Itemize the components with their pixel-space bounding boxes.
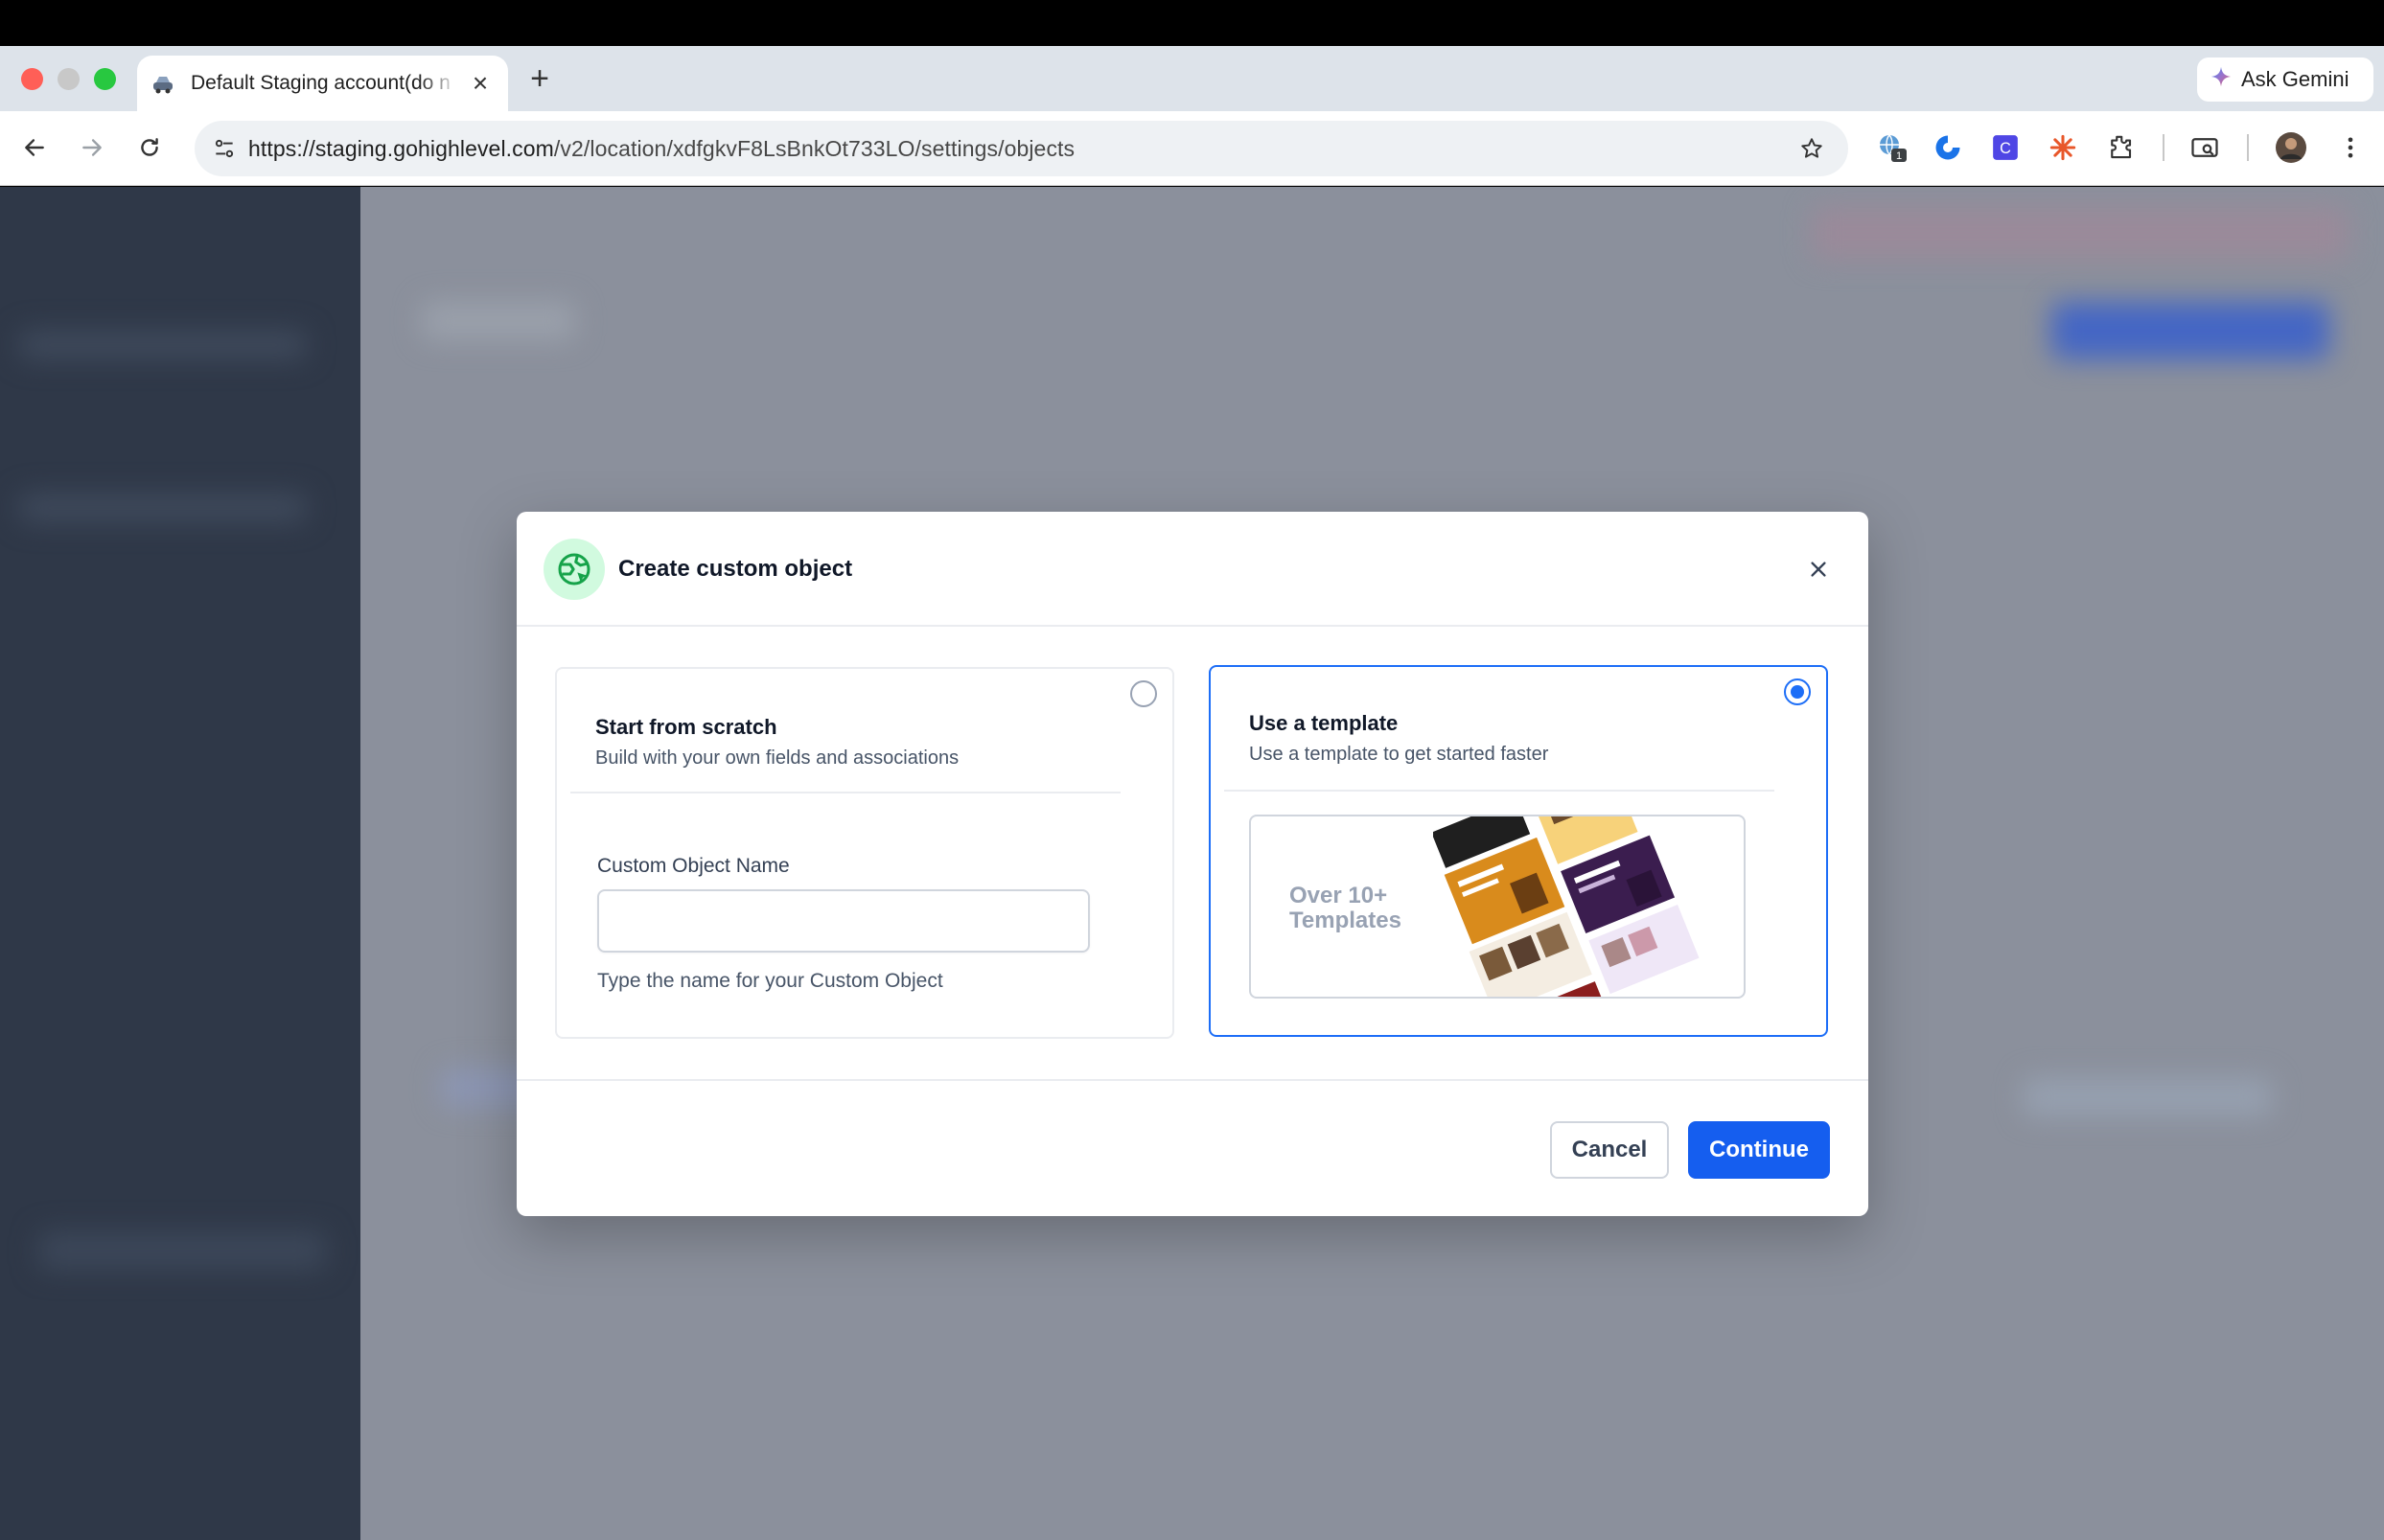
card-divider <box>570 792 1121 793</box>
tab-search-icon[interactable] <box>2187 130 2222 165</box>
template-preview-banner[interactable]: Over 10+ Templates <box>1249 815 1746 999</box>
ask-gemini-button[interactable]: Ask Gemini <box>2197 57 2373 102</box>
template-subtitle: Use a template to get started faster <box>1249 744 1549 765</box>
template-radio[interactable] <box>1784 678 1811 705</box>
tab-close-icon[interactable]: × <box>466 69 495 98</box>
custom-object-name-hint: Type the name for your Custom Object <box>597 970 943 992</box>
template-preview-line1: Over 10+ <box>1289 883 1388 908</box>
template-collage-image <box>1433 816 1700 997</box>
use-template-card[interactable]: Use a template Use a template to get sta… <box>1209 665 1828 1037</box>
reload-button[interactable] <box>132 130 167 165</box>
forward-arrow-icon <box>82 139 102 156</box>
modal-title: Create custom object <box>618 556 853 582</box>
extension-blue-swirl-icon[interactable] <box>1931 130 1965 165</box>
template-radio-dot <box>1791 685 1804 699</box>
template-preview-text: Over 10+ Templates <box>1289 884 1401 933</box>
sidebar-blur-item <box>19 494 307 522</box>
custom-object-name-input[interactable] <box>597 889 1090 953</box>
window-minimize-button[interactable] <box>58 68 80 90</box>
continue-button[interactable]: Continue <box>1688 1121 1830 1179</box>
extension-badge-count: 1 <box>1896 150 1902 162</box>
screen-top-bar <box>0 0 2384 46</box>
site-settings-icon[interactable] <box>210 134 239 163</box>
url-path: /v2/location/xdfgkvF8LsBnkOt733LO/settin… <box>553 135 1076 161</box>
primary-action-blur <box>2051 302 2329 359</box>
new-tab-button[interactable]: + <box>522 61 557 96</box>
custom-object-name-label: Custom Object Name <box>597 855 790 877</box>
toolbar-separator <box>2163 134 2164 161</box>
modal-close-icon[interactable] <box>1797 548 1840 590</box>
extension-asterisk-icon[interactable] <box>2046 130 2080 165</box>
cancel-button[interactable]: Cancel <box>1550 1121 1669 1179</box>
forward-button[interactable] <box>75 130 109 165</box>
extensions-puzzle-icon[interactable] <box>2103 130 2138 165</box>
browser-tab-active[interactable]: Default Staging account(do n × <box>137 56 508 111</box>
page-title-blur <box>422 302 575 340</box>
site-favicon-icon <box>150 71 175 96</box>
back-arrow-icon <box>25 139 44 156</box>
bookmark-star-icon[interactable] <box>1796 133 1827 164</box>
sidebar-blur-item <box>19 331 307 359</box>
modal-footer: Cancel Continue <box>517 1079 1868 1216</box>
reload-icon <box>141 138 158 156</box>
extension-c-letter: C <box>2000 140 2011 157</box>
sidebar-blur-item <box>38 1231 326 1270</box>
gemini-sparkle-icon <box>2210 66 2232 93</box>
ask-gemini-label: Ask Gemini <box>2241 67 2349 91</box>
start-from-scratch-card[interactable]: Start from scratch Build with your own f… <box>555 667 1174 1039</box>
extension-c-icon[interactable]: C <box>1988 130 2023 165</box>
scratch-title: Start from scratch <box>595 715 777 739</box>
scratch-subtitle: Build with your own fields and associati… <box>595 747 960 769</box>
browser-menu-icon[interactable] <box>2333 130 2368 165</box>
profile-avatar[interactable] <box>2274 130 2308 165</box>
create-custom-object-modal: Create custom object Start from scratch … <box>517 512 1868 1216</box>
url-domain: https://staging.gohighlevel.com <box>248 135 554 161</box>
content-blur <box>2023 1078 2272 1116</box>
url-text: https://staging.gohighlevel.com/v2/locat… <box>248 136 1075 162</box>
template-preview-line2: Templates <box>1289 908 1401 933</box>
scratch-radio[interactable] <box>1130 680 1157 707</box>
address-bar[interactable]: https://staging.gohighlevel.com/v2/locat… <box>195 121 1848 176</box>
window-close-button[interactable] <box>21 68 43 90</box>
modal-header: Create custom object <box>517 512 1868 627</box>
app-sidebar-obscured <box>0 187 360 1540</box>
extension-globe-icon[interactable]: 1 <box>1875 130 1910 165</box>
card-divider <box>1224 790 1774 792</box>
header-icons-blur <box>1812 206 2349 260</box>
toolbar-separator <box>2247 134 2249 161</box>
custom-object-icon <box>544 539 605 600</box>
window-maximize-button[interactable] <box>94 68 116 90</box>
tab-title: Default Staging account(do n <box>191 72 451 94</box>
template-title: Use a template <box>1249 711 1399 735</box>
back-button[interactable] <box>17 130 52 165</box>
